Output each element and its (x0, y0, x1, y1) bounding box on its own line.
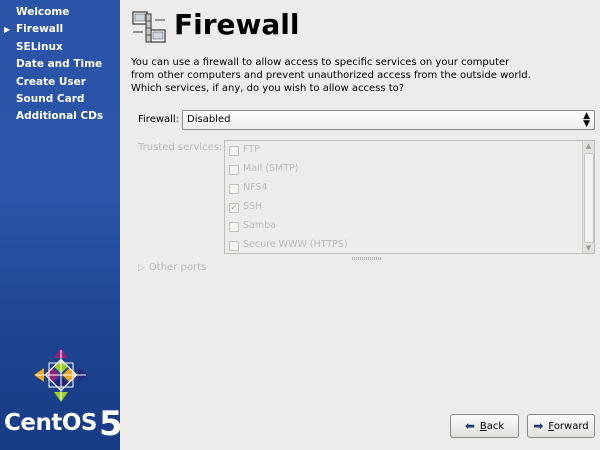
sidebar: Welcome ▶ Firewall SELinux Date and Time … (0, 0, 123, 450)
service-checkbox[interactable] (229, 241, 239, 251)
sidebar-item-additional-cds: Additional CDs (16, 110, 104, 123)
service-checkbox-checked[interactable]: ✓ (229, 203, 239, 213)
service-row-ftp[interactable]: FTP (225, 142, 583, 160)
service-checkbox[interactable] (229, 222, 239, 232)
firewall-label: Firewall: (138, 114, 180, 125)
sidebar-item-date-and-time: Date and Time (16, 58, 103, 71)
service-row-mail-smtp[interactable]: Mail (SMTP) (225, 161, 583, 179)
service-checkbox[interactable] (229, 146, 239, 156)
sidebar-item-create-user: Create User (16, 75, 86, 88)
firewall-icon (132, 11, 166, 43)
back-arrow-icon: ⬅ (464, 419, 475, 433)
sidebar-item-firewall: ▶ Firewall (0, 21, 120, 38)
sidebar-item-welcome: Welcome (16, 6, 70, 18)
intro-text: You can use a firewall to allow access t… (131, 57, 531, 94)
trusted-services-label: Trusted services: (138, 142, 223, 153)
other-ports-expander[interactable]: ▷ Other ports (138, 262, 206, 273)
forward-arrow-icon: ➡ (533, 419, 544, 433)
forward-button[interactable]: ➡ Forward (527, 414, 595, 438)
service-row-samba[interactable]: Samba (225, 218, 583, 236)
scrollbar-thumb[interactable] (584, 153, 594, 243)
firewall-select[interactable]: Disabled ▲ ▼ (182, 110, 595, 130)
checkmark-icon: ✓ (230, 203, 238, 213)
resize-grip[interactable] (352, 257, 382, 260)
sidebar-item-selinux: SELinux (16, 40, 63, 53)
forward-button-label: Forward (548, 420, 589, 432)
service-row-secure-www-https[interactable]: Secure WWW (HTTPS) (225, 237, 583, 253)
back-button-label: Back (479, 420, 505, 432)
trusted-services-list: FTP Mail (SMTP) NFS4 ✓ SSH Samba Secure … (224, 140, 595, 254)
expander-arrow-icon: ▷ (138, 263, 145, 273)
select-updown-icon: ▲ ▼ (583, 111, 590, 129)
service-checkbox[interactable] (229, 165, 239, 175)
back-button[interactable]: ⬅ Back (450, 414, 519, 438)
sidebar-item-sound-card: Sound Card (16, 92, 85, 105)
centos-logo-icon (34, 348, 88, 402)
step-list: Welcome ▶ Firewall SELinux Date and Time … (0, 0, 120, 126)
scroll-up-icon[interactable]: ▲ (584, 141, 593, 151)
centos-brand: CentOS5 (4, 404, 123, 444)
vertical-scrollbar[interactable]: ▲ ▼ (582, 141, 594, 253)
page-title: Firewall (174, 8, 300, 41)
firewall-selected-value: Disabled (187, 114, 231, 125)
scroll-down-icon[interactable]: ▼ (584, 243, 593, 253)
service-row-nfs4[interactable]: NFS4 (225, 180, 583, 198)
service-checkbox[interactable] (229, 184, 239, 194)
current-step-arrow-icon: ▶ (4, 25, 11, 35)
service-row-ssh[interactable]: ✓ SSH (225, 199, 583, 217)
